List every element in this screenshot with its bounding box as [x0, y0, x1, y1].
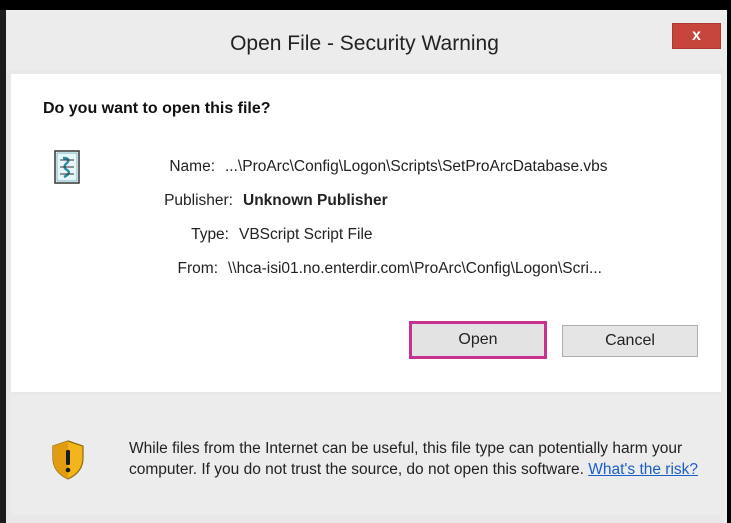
from-row: From: \\hca-isi01.no.enterdir.com\ProArc… — [178, 260, 602, 278]
title-bar: Open File - Security Warning x — [6, 10, 723, 70]
script-file-icon — [54, 150, 80, 184]
warning-footer: While files from the Internet can be use… — [11, 395, 721, 515]
name-value: ...\ProArc\Config\Logon\Scripts\SetProAr… — [225, 158, 608, 175]
publisher-label: Publisher: — [164, 192, 233, 209]
open-button[interactable]: Open — [409, 321, 547, 359]
name-label: Name: — [169, 158, 215, 175]
type-row: Type: VBScript Script File — [191, 226, 373, 244]
name-row: Name: ...\ProArc\Config\Logon\Scripts\Se… — [169, 158, 608, 176]
publisher-row: Publisher: Unknown Publisher — [164, 192, 388, 210]
cancel-button[interactable]: Cancel — [562, 325, 698, 357]
dialog-title: Open File - Security Warning — [230, 32, 499, 55]
close-button[interactable]: x — [672, 23, 721, 49]
dialog-content: Do you want to open this file? Name: ...… — [11, 74, 721, 392]
shield-warning-icon — [52, 440, 84, 480]
publisher-value: Unknown Publisher — [243, 192, 388, 209]
type-value: VBScript Script File — [239, 226, 373, 243]
question-text: Do you want to open this file? — [43, 100, 271, 117]
risk-link[interactable]: What's the risk? — [588, 461, 698, 478]
from-value: \\hca-isi01.no.enterdir.com\ProArc\Confi… — [228, 260, 602, 277]
type-label: Type: — [191, 226, 229, 243]
security-warning-dialog: Open File - Security Warning x Do you wa… — [0, 10, 727, 523]
from-label: From: — [177, 260, 218, 277]
warning-text: While files from the Internet can be use… — [129, 438, 709, 480]
